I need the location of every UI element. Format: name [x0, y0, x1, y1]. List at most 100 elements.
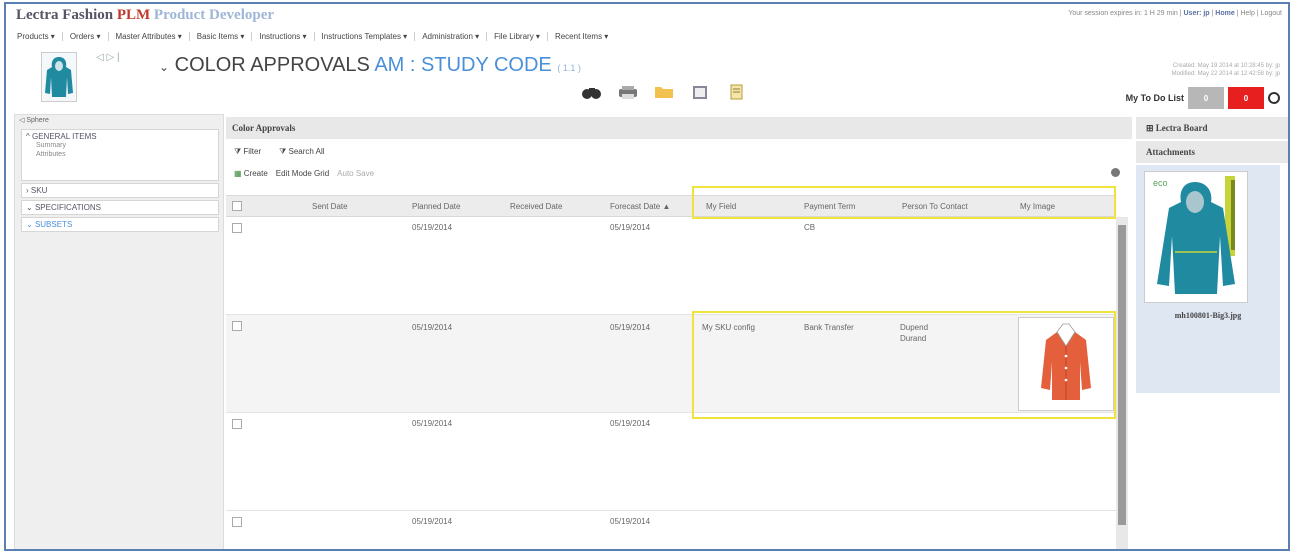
- document-icon[interactable]: [725, 84, 747, 100]
- create-label: Create: [243, 168, 268, 178]
- attachments-header: Attachments: [1136, 141, 1288, 163]
- search-all-label: Search All: [288, 147, 325, 156]
- menu-recent-items[interactable]: Recent Items ▾: [548, 32, 615, 41]
- menu-products[interactable]: Products ▾: [10, 31, 63, 41]
- user-link[interactable]: User: jp: [1184, 10, 1210, 17]
- hoodie-icon: [45, 57, 73, 97]
- gear-icon[interactable]: [1111, 168, 1120, 177]
- left-panel: ◁ Sphere ^ GENERAL ITEMS Summary Attribu…: [14, 114, 224, 549]
- home-link[interactable]: Home: [1215, 10, 1234, 17]
- filter-label: Filter: [243, 147, 262, 156]
- menu-instructions-templates[interactable]: Instructions Templates ▾: [315, 31, 416, 41]
- version-label: ( 1.1 ): [557, 63, 581, 73]
- attachment-image[interactable]: eco: [1144, 171, 1248, 303]
- filter-icon: ⧩: [234, 147, 244, 156]
- toolbar: [581, 84, 747, 100]
- table-row[interactable]: 05/19/2014 05/19/2014: [226, 511, 1116, 549]
- row-checkbox[interactable]: [232, 419, 242, 429]
- table-row[interactable]: 05/19/2014 05/19/2014 CB: [226, 217, 1116, 315]
- brand-mark: eco: [1153, 178, 1168, 188]
- highlight-header-box: [692, 186, 1116, 219]
- menu-basic-items[interactable]: Basic Items ▾: [190, 31, 253, 41]
- page-title-text: COLOR APPROVALS: [174, 54, 370, 76]
- logout-link[interactable]: Logout: [1261, 10, 1282, 17]
- section-specifications[interactable]: ⌄ SPECIFICATIONS: [21, 200, 219, 215]
- row-checkbox[interactable]: [232, 321, 242, 331]
- back-arrow-icon[interactable]: ◁: [96, 52, 104, 63]
- lectra-board-header[interactable]: ⊞ Lectra Board: [1136, 117, 1288, 139]
- section-label: SUBSETS: [34, 220, 73, 229]
- section-label: GENERAL ITEMS: [31, 132, 97, 141]
- help-link[interactable]: Help: [1240, 10, 1254, 17]
- product-thumbnail[interactable]: [41, 52, 77, 102]
- todo-red-count: 0: [1243, 93, 1249, 103]
- binoculars-icon[interactable]: [581, 84, 603, 100]
- todo-grey-badge[interactable]: 0: [1188, 87, 1224, 109]
- created-info: Created: May 19 2014 at 10:28:45 by: jp: [1172, 63, 1280, 69]
- left-panel-title: Sphere: [26, 117, 49, 124]
- main-menu: Products ▾ Orders ▾ Master Attributes ▾ …: [10, 29, 615, 43]
- menu-orders[interactable]: Orders ▾: [63, 31, 109, 41]
- col-forecast-date[interactable]: Forecast Date ▲: [610, 202, 670, 211]
- expand-icon: ⊞: [1146, 123, 1156, 133]
- hoodie-image: eco: [1145, 172, 1247, 302]
- session-bar: Your session expires in: 1 H 29 min | Us…: [1068, 10, 1282, 17]
- col-received-date[interactable]: Received Date: [510, 202, 562, 211]
- menu-instructions[interactable]: Instructions ▾: [252, 31, 315, 41]
- filter-button[interactable]: ⧩ Filter: [234, 147, 261, 157]
- section-general-items[interactable]: ^ GENERAL ITEMS Summary Attributes: [21, 129, 219, 181]
- modified-info: Modified: May 22 2014 at 12:42:58 by: jp: [1171, 71, 1280, 77]
- cell-forecast-date: 05/19/2014: [610, 223, 651, 232]
- section-sku[interactable]: › SKU: [21, 183, 219, 198]
- filter-bar: ⧩ Filter ⧩ Search All: [226, 139, 1132, 165]
- brand-plm: PLM: [116, 7, 151, 23]
- history-nav: ◁ ▷ |: [96, 52, 120, 63]
- select-all-checkbox[interactable]: [232, 201, 242, 211]
- section-sub-attributes[interactable]: Attributes: [26, 150, 214, 159]
- app-frame: Lectra Fashion PLM Product Developer You…: [4, 2, 1290, 551]
- chevron-down-icon: ⌄: [26, 203, 35, 212]
- menu-file-library[interactable]: File Library ▾: [487, 31, 548, 41]
- brand-logo: Lectra Fashion PLM Product Developer: [16, 7, 274, 24]
- chevron-down-icon[interactable]: ⌄: [159, 60, 169, 74]
- separator: |: [116, 52, 120, 63]
- create-button[interactable]: ▦ Create: [234, 169, 268, 178]
- session-expiry: Your session expires in: 1 H 29 min |: [1068, 10, 1184, 17]
- highlight-row-box: [692, 311, 1116, 419]
- section-title: Color Approvals: [226, 117, 1132, 139]
- row-checkbox[interactable]: [232, 223, 242, 233]
- todo-red-badge[interactable]: 0: [1228, 87, 1264, 109]
- grid-scrollbar[interactable]: [1116, 217, 1128, 549]
- todo-toggle-icon[interactable]: [1268, 92, 1280, 104]
- folder-icon[interactable]: [653, 84, 675, 100]
- menu-master-attributes[interactable]: Master Attributes ▾: [109, 31, 190, 41]
- forward-arrow-icon[interactable]: ▷: [106, 52, 114, 63]
- left-panel-header[interactable]: ◁ Sphere: [15, 115, 223, 127]
- study-code: AM : STUDY CODE: [374, 54, 552, 76]
- section-subsets[interactable]: ⌄ SUBSETS: [21, 217, 219, 232]
- col-sent-date[interactable]: Sent Date: [312, 202, 348, 211]
- clipboard-icon[interactable]: [689, 84, 711, 100]
- create-icon: ▦: [234, 168, 244, 178]
- attachment-filename[interactable]: mh100801-Big3.jpg: [1136, 311, 1280, 320]
- attachment-card[interactable]: eco mh100801-Big3.jpg: [1136, 165, 1280, 393]
- printer-icon[interactable]: [617, 84, 639, 100]
- edit-mode-grid-button[interactable]: Edit Mode Grid: [276, 169, 329, 178]
- section-label: SKU: [30, 186, 48, 195]
- row-checkbox[interactable]: [232, 517, 242, 527]
- right-panel: ⊞ Lectra Board Attachments eco mh100801-…: [1136, 117, 1288, 549]
- action-bar: ▦ Create Edit Mode Grid Auto Save: [226, 165, 1132, 181]
- scrollbar-thumb[interactable]: [1118, 225, 1126, 525]
- todo-list: My To Do List 0 0: [1126, 87, 1280, 109]
- col-planned-date[interactable]: Planned Date: [412, 202, 460, 211]
- menu-administration[interactable]: Administration ▾: [415, 31, 488, 41]
- todo-grey-count: 0: [1203, 93, 1209, 103]
- chevron-down-icon: ⌄: [26, 220, 35, 229]
- auto-save-button[interactable]: Auto Save: [337, 169, 374, 178]
- section-sub-summary[interactable]: Summary: [26, 141, 214, 150]
- table-row[interactable]: 05/19/2014 05/19/2014: [226, 413, 1116, 511]
- search-all-button[interactable]: ⧩ Search All: [279, 147, 324, 157]
- cell-planned-date: 05/19/2014: [412, 223, 453, 232]
- cell-forecast-date: 05/19/2014: [610, 517, 651, 526]
- cell-planned-date: 05/19/2014: [412, 517, 453, 526]
